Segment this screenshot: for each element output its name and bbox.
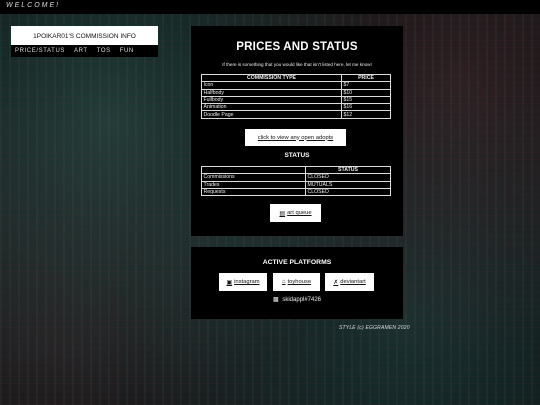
column-header: STATUS: [305, 165, 391, 175]
nav-item-art[interactable]: ART: [74, 48, 88, 54]
table-cell: Animation: [201, 103, 342, 112]
nav-item-tos[interactable]: TOS: [97, 48, 111, 54]
style-credit: STYLE (c) EGGRAMEN 2020: [339, 325, 410, 331]
table-cell: $15: [341, 95, 391, 105]
prices-panel: PRICES AND STATUS If there is something …: [191, 26, 403, 236]
table-cell: Trades: [201, 180, 306, 189]
open-adopts-label: click to view any open adopts: [257, 134, 334, 141]
column-header: COMMISSION TYPE: [201, 73, 342, 83]
table-header-row: STATUS: [201, 165, 391, 175]
table-cell: $7: [341, 81, 391, 90]
table-cell: Fullbody: [201, 95, 342, 105]
toyhouse-label: toyhouse: [287, 279, 312, 285]
table-row: Animation $16: [201, 103, 391, 112]
intro-text: If there is something that you would lik…: [222, 62, 372, 67]
table-row: Trades MUTUALS: [201, 180, 391, 189]
table-row: Requests CLOSED: [201, 187, 391, 197]
top-bar: WELCOME!: [0, 0, 540, 14]
instagram-button[interactable]: ▣ instagram: [219, 273, 267, 291]
table-cell: $10: [341, 88, 391, 97]
table-cell: Commissions: [201, 173, 306, 182]
discord-icon: ▩: [272, 297, 279, 303]
column-header: [201, 165, 306, 175]
nav-item-price-status[interactable]: PRICE/STATUS: [15, 48, 65, 54]
table-row: Icon $7: [201, 81, 391, 90]
table-cell: $16: [341, 103, 391, 112]
platforms-panel: ACTIVE PLATFORMS ▣ instagram ⌂ toyhouse …: [191, 247, 403, 319]
column-header: PRICE: [341, 73, 391, 83]
table-row: Doodle Page $12: [201, 110, 391, 119]
price-table: COMMISSION TYPE PRICE Icon $7 Halfbody $…: [201, 73, 391, 119]
nav-bar: PRICE/STATUS ART TOS FUN: [11, 45, 158, 57]
status-table: STATUS Commissions CLOSED Trades MUTUALS…: [201, 165, 391, 197]
table-cell: $12: [341, 110, 391, 119]
discord-handle: ▩ skidappl#7426: [191, 296, 403, 303]
table-cell: Icon: [201, 81, 342, 90]
open-adopts-button[interactable]: click to view any open adopts: [245, 129, 346, 146]
table-cell: MUTUALS: [305, 180, 391, 189]
table-cell: Halfbody: [201, 88, 342, 97]
deviantart-button[interactable]: ✗ deviantart: [325, 273, 374, 291]
home-icon: ⌂: [281, 279, 286, 285]
instagram-label: instagram: [234, 279, 260, 285]
site-title[interactable]: 1POIKAR01'S COMMISSION INFO: [11, 26, 158, 46]
table-cell: CLOSED: [305, 187, 391, 197]
status-heading: STATUS: [284, 152, 310, 159]
welcome-text: WELCOME!: [6, 2, 61, 9]
table-header-row: COMMISSION TYPE PRICE: [201, 73, 391, 83]
deviantart-icon: ✗: [333, 279, 339, 286]
art-queue-button[interactable]: ▤ art queue: [270, 204, 321, 222]
platforms-heading: ACTIVE PLATFORMS: [262, 259, 332, 266]
table-row: Commissions CLOSED: [201, 173, 391, 182]
table-cell: CLOSED: [305, 173, 391, 182]
table-row: Fullbody $15: [201, 95, 391, 105]
art-queue-label: art queue: [287, 210, 312, 216]
deviantart-label: deviantart: [340, 279, 366, 285]
table-row: Halfbody $10: [201, 88, 391, 97]
toyhouse-button[interactable]: ⌂ toyhouse: [273, 273, 320, 291]
table-cell: Doodle Page: [201, 110, 342, 119]
table-cell: Requests: [201, 187, 306, 197]
queue-icon: ▤: [279, 210, 286, 217]
nav-item-fun[interactable]: FUN: [120, 48, 134, 54]
instagram-icon: ▣: [226, 279, 233, 286]
discord-label: skidappl#7426: [282, 297, 322, 303]
page-title: PRICES AND STATUS: [236, 41, 358, 53]
